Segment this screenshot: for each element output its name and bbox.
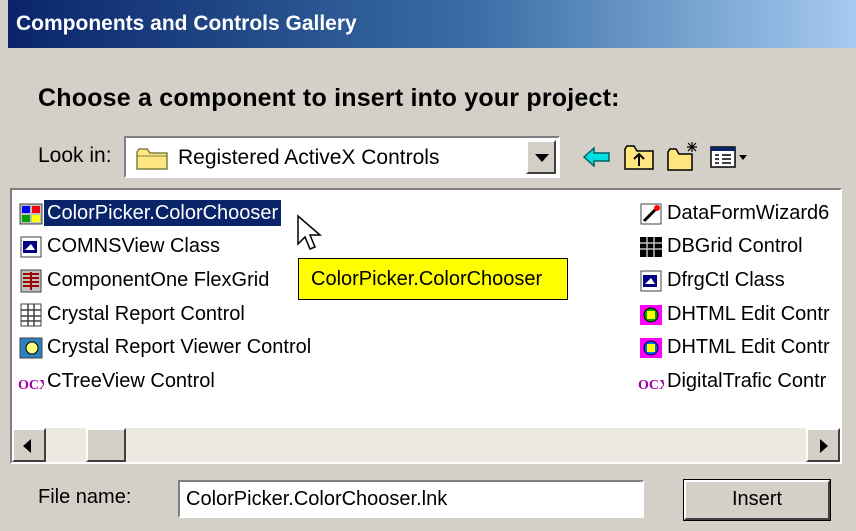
tooltip: ColorPicker.ColorChooser <box>298 258 568 300</box>
dialog-heading: Choose a component to insert into your p… <box>38 84 620 112</box>
view-menu-icon[interactable] <box>708 140 752 174</box>
chevron-right-icon <box>820 439 828 453</box>
report-icon <box>20 303 42 327</box>
svg-text:OCX: OCX <box>638 378 664 393</box>
look-in-value: Registered ActiveX Controls <box>178 146 440 169</box>
file-name-label: File name: <box>38 486 132 508</box>
scroll-right-button[interactable] <box>806 428 840 462</box>
grid-icon <box>20 269 42 293</box>
scroll-left-button[interactable] <box>12 428 46 462</box>
mouse-cursor-icon <box>297 214 323 250</box>
viewer-icon <box>19 337 43 359</box>
dropdown-arrow-button[interactable] <box>526 140 556 174</box>
new-folder-icon[interactable] <box>666 140 700 174</box>
dhtml-icon <box>640 338 662 358</box>
up-folder-icon[interactable] <box>622 140 656 174</box>
chevron-down-icon <box>535 154 549 162</box>
wizard-icon <box>640 203 662 225</box>
insert-button[interactable]: Insert <box>683 479 831 521</box>
component-list[interactable]: ColorPicker.ColorChooser COMNSView Class… <box>10 188 842 464</box>
class-icon <box>640 270 662 292</box>
ocx-icon: OCX <box>18 378 44 393</box>
folder-icon <box>136 148 168 170</box>
ocx-icon: OCX <box>638 378 664 393</box>
title-bar: Components and Controls Gallery <box>8 0 856 48</box>
look-in-label: Look in: <box>38 144 112 167</box>
horizontal-scrollbar[interactable] <box>12 428 840 462</box>
dhtml-icon <box>640 305 662 325</box>
chevron-left-icon <box>23 439 31 453</box>
file-name-input[interactable] <box>178 480 644 518</box>
scroll-thumb[interactable] <box>86 428 126 462</box>
control-icon <box>19 203 43 225</box>
svg-text:OCX: OCX <box>18 378 44 393</box>
class-icon <box>20 236 42 258</box>
look-in-dropdown[interactable]: Registered ActiveX Controls <box>124 136 560 178</box>
back-arrow-icon[interactable] <box>580 140 614 174</box>
window-title: Components and Controls Gallery <box>16 12 357 35</box>
grid-icon <box>640 237 662 257</box>
